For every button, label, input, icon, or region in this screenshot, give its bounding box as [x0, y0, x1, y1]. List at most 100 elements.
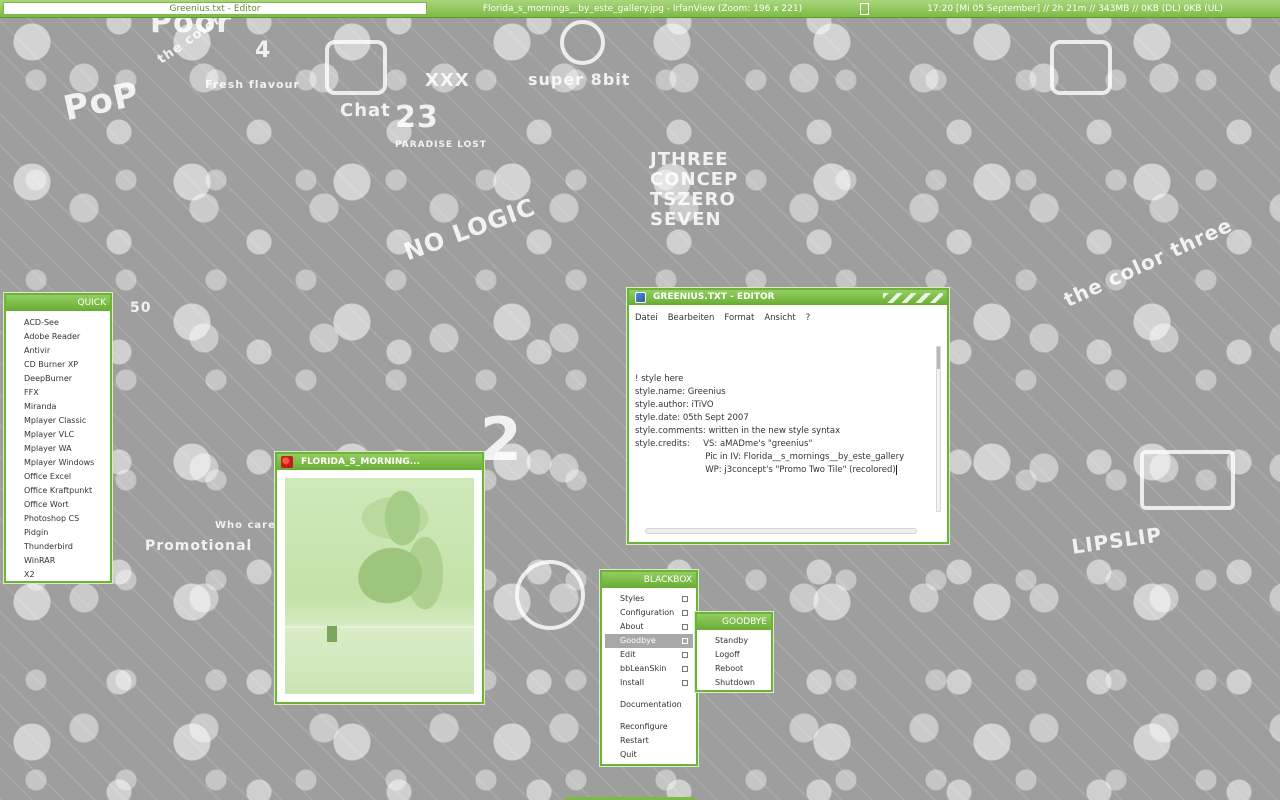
wallpaper-text: LIPSLIP	[1070, 522, 1164, 559]
blackbox-menu-item[interactable]: Goodbye	[605, 634, 693, 648]
blackbox-menu-item[interactable]: Restart	[605, 734, 693, 748]
blackbox-menu-item-label: Reconfigure	[620, 722, 668, 731]
editor-horizontal-scrollbar[interactable]	[645, 528, 917, 534]
photo-cup	[327, 626, 337, 642]
editor-line-text: style.name: Greenius	[635, 387, 726, 397]
editor-text-line: style.author: iTiVO	[635, 399, 933, 412]
blackbox-menu-item[interactable]: About	[605, 620, 693, 634]
tray-window-icon[interactable]	[860, 3, 869, 15]
notepad-icon	[635, 292, 646, 303]
editor-menu-item[interactable]: Bearbeiten	[668, 313, 715, 323]
wallpaper-text: PoP	[60, 74, 143, 130]
editor-window: GREENIUS.TXT - EDITOR Datei Bearbeiten For…	[627, 288, 949, 544]
goodbye-submenu: GOODBYE Standby Logoff Reboot Shutdown	[695, 612, 773, 692]
wallpaper-text: Promotional	[145, 538, 253, 554]
blackbox-menu-item-label: About	[620, 622, 644, 631]
wallpaper-shape	[1140, 450, 1235, 510]
editor-text-line: Pic in IV: Florida__s_mornings__by_este_…	[635, 451, 933, 464]
photo-ledge	[285, 626, 474, 628]
editor-titlebar[interactable]: GREENIUS.TXT - EDITOR	[629, 290, 947, 305]
goodbye-submenu-title[interactable]: GOODBYE	[697, 614, 771, 630]
quick-menu-item[interactable]: X2	[24, 568, 110, 582]
quick-menu-item[interactable]: Office Excel	[24, 470, 110, 484]
quick-menu-list: ACD-See Adobe Reader Antivir CD Burner XP De…	[6, 311, 110, 582]
wallpaper-shape	[325, 40, 387, 95]
wallpaper-shape	[515, 560, 585, 630]
clock-status: 17:20 [Mi 05 September] // 2h 21m // 343…	[927, 4, 1223, 14]
quick-menu-item[interactable]: DeepBurner	[24, 372, 110, 386]
blackbox-menu-item[interactable]: Documentation	[605, 698, 693, 712]
blackbox-menu-item[interactable]: Styles	[605, 592, 693, 606]
quick-menu-item[interactable]: Adobe Reader	[24, 330, 110, 344]
quick-menu-item[interactable]: Thunderbird	[24, 540, 110, 554]
goodbye-menu-item[interactable]: Shutdown	[700, 676, 768, 690]
quick-menu-item[interactable]: Pidgin	[24, 526, 110, 540]
submenu-indicator-icon	[682, 624, 688, 630]
editor-text-area[interactable]: ! style here style.name: Greenius style.au…	[635, 345, 933, 515]
blackbox-menu-item[interactable]: Configuration	[605, 606, 693, 620]
quick-menu-item[interactable]: Photoshop CS	[24, 512, 110, 526]
blackbox-menu: BLACKBOX Styles Configuration About Goodbye…	[600, 570, 698, 766]
goodbye-menu-item[interactable]: Standby	[700, 634, 768, 648]
editor-text-line: style.date: 05th Sept 2007	[635, 412, 933, 425]
quick-menu-item[interactable]: CD Burner XP	[24, 358, 110, 372]
wallpaper-text: 23	[395, 100, 439, 135]
blackbox-menu-item-label: bbLeanSkin	[620, 664, 667, 673]
editor-text-line: ! style here	[635, 373, 933, 386]
blackbox-menu-item-label: Install	[620, 678, 645, 687]
quick-menu-item[interactable]: WinRAR	[24, 554, 110, 568]
quick-menu-item[interactable]: Mplayer WA	[24, 442, 110, 456]
photo-image	[283, 476, 476, 696]
blackbox-menu-item[interactable]: Reconfigure	[605, 720, 693, 734]
quick-menu-item[interactable]: ACD-See	[24, 316, 110, 330]
editor-line-text: WP: j3concept's "Promo Two Tile" (recolo…	[635, 465, 896, 475]
wallpaper-text: XXX	[425, 70, 470, 91]
blackbox-menu-item[interactable]: bbLeanSkin	[605, 662, 693, 676]
text-caret	[895, 464, 897, 475]
wallpaper-text: Fresh flavour	[205, 78, 300, 91]
goodbye-menu-item[interactable]: Reboot	[700, 662, 768, 676]
goodbye-menu-item[interactable]: Logoff	[700, 648, 768, 662]
editor-line-text: style.date: 05th Sept 2007	[635, 413, 749, 423]
quick-menu-item[interactable]: Mplayer Windows	[24, 456, 110, 470]
wallpaper-text: 2	[480, 405, 523, 475]
submenu-indicator-icon	[682, 610, 688, 616]
scrollbar-thumb[interactable]	[937, 347, 940, 369]
submenu-indicator-icon	[682, 666, 688, 672]
quick-menu-item[interactable]: Antivir	[24, 344, 110, 358]
submenu-indicator-icon	[682, 638, 688, 644]
blackbox-menu-item[interactable]: Quit	[605, 748, 693, 762]
blackbox-menu-item[interactable]: Install	[605, 676, 693, 690]
image-viewer-titlebar[interactable]: FLORIDA_S_MORNING...	[277, 454, 482, 470]
blackbox-menu-title[interactable]: BLACKBOX	[602, 572, 696, 588]
quick-menu-item[interactable]: Office Kraftpunkt	[24, 484, 110, 498]
wallpaper-text: 4	[255, 38, 272, 63]
top-toolbar: Greenius.txt - Editor Florida_s_mornings…	[0, 0, 1280, 18]
titlebar-stripes	[883, 293, 943, 303]
submenu-indicator-icon	[682, 652, 688, 658]
blackbox-menu-item-label: Quit	[620, 750, 637, 759]
editor-text-line: style.name: Greenius	[635, 386, 933, 399]
editor-menu-item[interactable]: Ansicht	[764, 313, 795, 323]
wallpaper-shape	[560, 20, 605, 65]
submenu-indicator-icon	[682, 680, 688, 686]
editor-menu-item[interactable]: ?	[806, 313, 811, 323]
editor-vertical-scrollbar[interactable]	[936, 346, 941, 512]
blackbox-menu-item[interactable]: Edit	[605, 648, 693, 662]
editor-menu-item[interactable]: Datei	[635, 313, 658, 323]
image-viewer-window: FLORIDA_S_MORNING...	[275, 452, 484, 704]
wallpaper-shape	[1050, 40, 1112, 95]
quick-menu-item[interactable]: FFX	[24, 386, 110, 400]
editor-line-text: style.author: iTiVO	[635, 400, 714, 410]
quick-menu-item[interactable]: Mplayer Classic	[24, 414, 110, 428]
editor-line-text: style.credits: VS: aMADme's "greenius"	[635, 439, 813, 449]
wallpaper-text: Chat	[340, 100, 391, 121]
editor-menu-item[interactable]: Format	[724, 313, 754, 323]
wallpaper-text: 50	[130, 300, 152, 316]
quick-menu-title[interactable]: QUICK	[6, 295, 110, 311]
quick-menu-item[interactable]: Office Wort	[24, 498, 110, 512]
taskbar-active-task[interactable]: Greenius.txt - Editor	[3, 2, 427, 15]
quick-menu-item[interactable]: Mplayer VLC	[24, 428, 110, 442]
irfanview-icon	[281, 456, 293, 468]
quick-menu-item[interactable]: Miranda	[24, 400, 110, 414]
